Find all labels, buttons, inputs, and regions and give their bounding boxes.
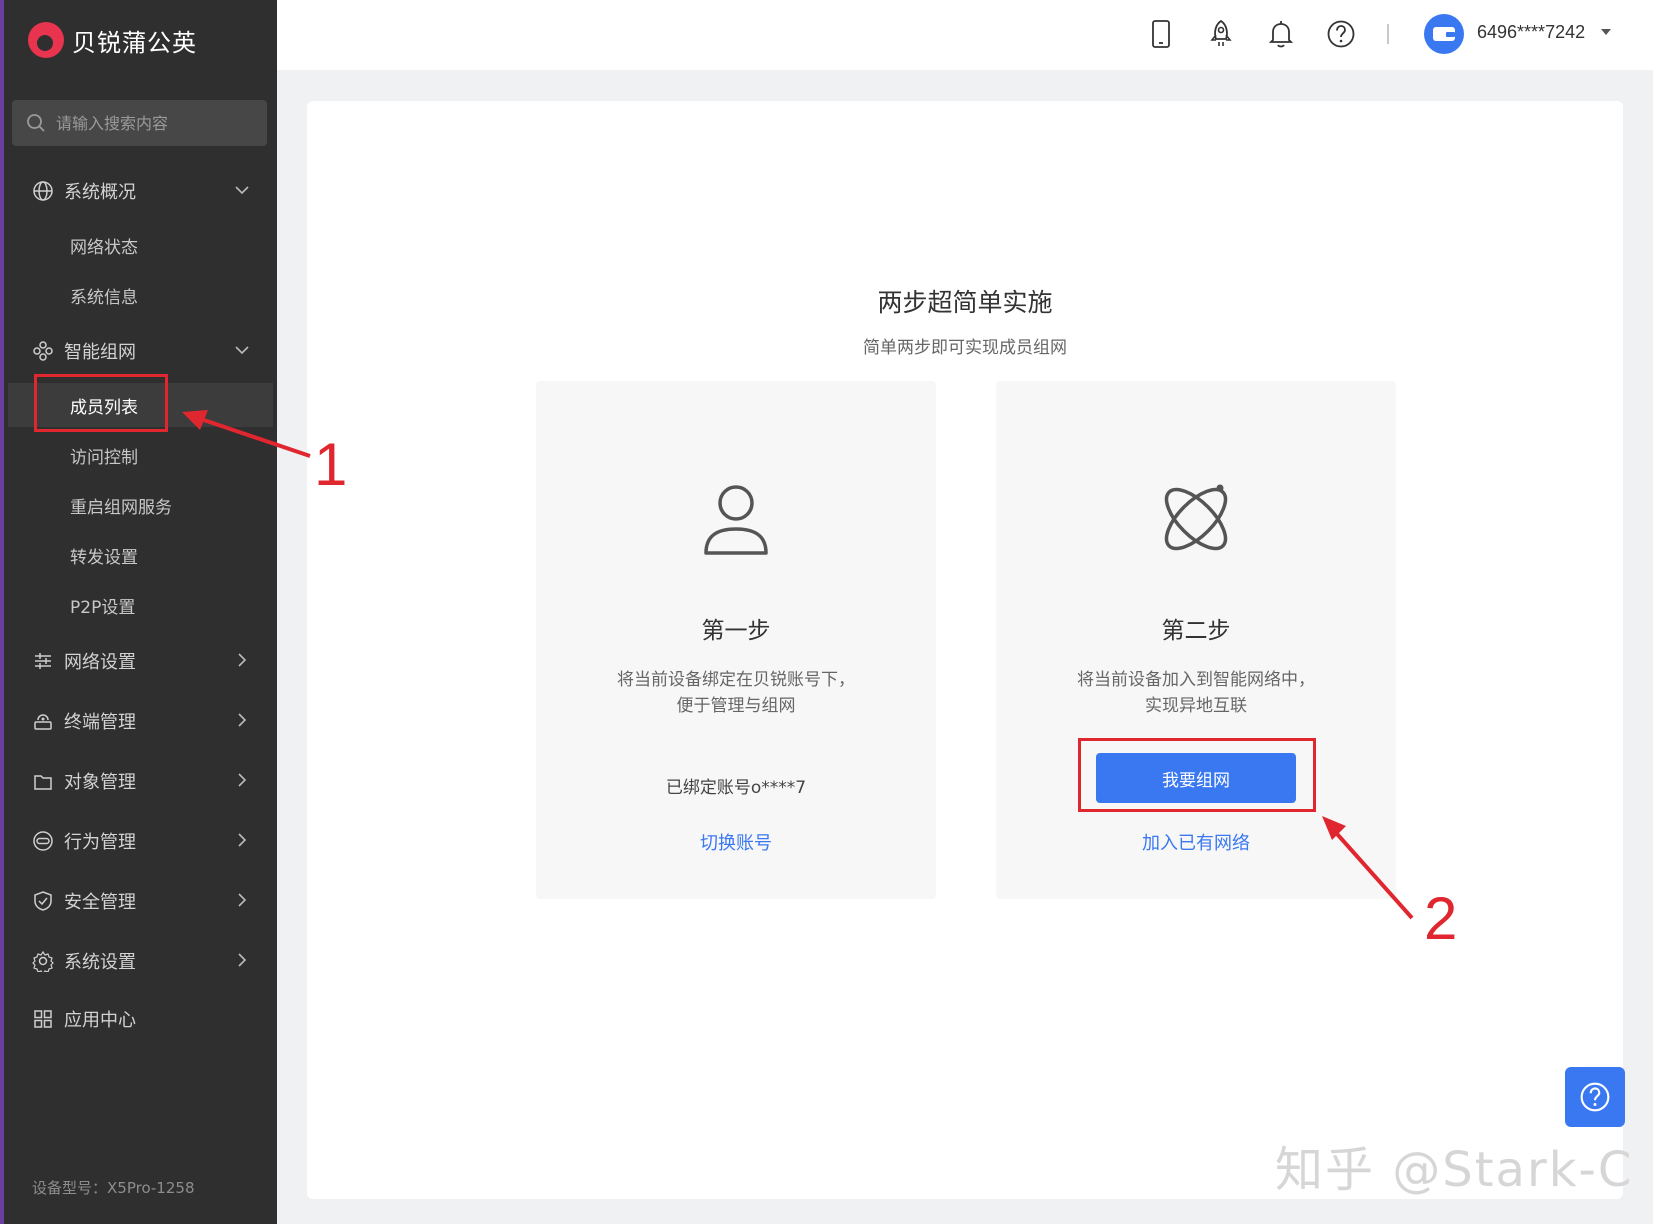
bell-icon[interactable] bbox=[1265, 18, 1297, 50]
step-one-desc: 将当前设备绑定在贝锐账号下， 便于管理与组网 bbox=[536, 667, 936, 719]
chevron-right-icon bbox=[233, 891, 251, 909]
sidebar-group-smart-network[interactable]: 智能组网 bbox=[8, 327, 273, 375]
atom-icon bbox=[1164, 484, 1228, 551]
annotation-box-2 bbox=[1078, 738, 1316, 812]
sidebar-item-label: 网络状态 bbox=[70, 237, 138, 258]
brand-mark-icon bbox=[28, 22, 64, 58]
topbar: 6496****7242 bbox=[277, 0, 1653, 70]
sidebar-item-network-status[interactable]: 网络状态 bbox=[8, 223, 273, 267]
chevron-right-icon bbox=[233, 831, 251, 849]
link-icon bbox=[32, 830, 54, 852]
step-two-desc: 将当前设备加入到智能网络中， 实现异地互联 bbox=[996, 667, 1396, 719]
annotation-number-1: 1 bbox=[314, 431, 348, 498]
sidebar-group-label: 智能组网 bbox=[64, 342, 136, 363]
step-two-desc-line: 实现异地互联 bbox=[1145, 696, 1247, 716]
sidebar-group-label: 安全管理 bbox=[64, 892, 136, 913]
bound-account: 已绑定账号o****7 bbox=[665, 778, 807, 798]
user-icon bbox=[704, 485, 768, 555]
sidebar-item-label: 转发设置 bbox=[70, 547, 138, 568]
sidebar-search bbox=[12, 100, 267, 146]
search-input[interactable] bbox=[56, 113, 246, 133]
user-name[interactable]: 6496****7242 bbox=[1477, 22, 1585, 43]
shield-icon bbox=[32, 890, 54, 912]
step-two-title: 第二步 bbox=[1161, 618, 1231, 644]
sidebar-group-label: 应用中心 bbox=[64, 1010, 136, 1031]
gear-icon bbox=[32, 950, 54, 972]
step-one-title: 第一步 bbox=[701, 618, 771, 644]
folder-icon bbox=[32, 770, 54, 792]
caret-down-icon[interactable] bbox=[1601, 29, 1611, 35]
help-icon[interactable] bbox=[1325, 18, 1357, 50]
device-model: 设备型号：X5Pro-1258 bbox=[32, 1179, 195, 1197]
sidebar-group-app-center[interactable]: 应用中心 bbox=[8, 995, 273, 1043]
sidebar-group-object[interactable]: 对象管理 bbox=[8, 757, 273, 805]
chevron-right-icon bbox=[233, 951, 251, 969]
sidebar-item-system-info[interactable]: 系统信息 bbox=[8, 273, 273, 317]
sidebar-group-system-settings[interactable]: 系统设置 bbox=[8, 937, 273, 985]
step-two-desc-line: 将当前设备加入到智能网络中， bbox=[1077, 670, 1315, 690]
annotation-number-2: 2 bbox=[1424, 885, 1458, 952]
sidebar-item-forward-settings[interactable]: 转发设置 bbox=[8, 533, 273, 577]
floating-help-button[interactable] bbox=[1565, 1067, 1625, 1127]
brand-name: 贝锐蒲公英 bbox=[72, 28, 197, 57]
chevron-right-icon bbox=[233, 711, 251, 729]
sidebar-group-terminal[interactable]: 终端管理 bbox=[8, 697, 273, 745]
sidebar-item-label: P2P设置 bbox=[70, 597, 136, 618]
help-icon bbox=[1580, 1082, 1610, 1112]
mobile-icon[interactable] bbox=[1145, 18, 1177, 50]
terminal-icon bbox=[32, 710, 54, 732]
sidebar-item-label: 访问控制 bbox=[70, 447, 138, 468]
chevron-right-icon bbox=[233, 771, 251, 789]
step-two-card: 第二步 将当前设备加入到智能网络中， 实现异地互联 我要组网 加入已有网络 bbox=[996, 381, 1396, 899]
sidebar-group-network-settings[interactable]: 网络设置 bbox=[8, 637, 273, 685]
sidebar-item-label: 重启组网服务 bbox=[70, 497, 172, 518]
join-network-link[interactable]: 加入已有网络 bbox=[996, 829, 1396, 855]
wallet-icon bbox=[1433, 27, 1455, 41]
chevron-right-icon bbox=[233, 651, 251, 669]
page-subtitle: 简单两步即可实现成员组网 bbox=[863, 338, 1067, 358]
sidebar-group-label: 网络设置 bbox=[64, 652, 136, 673]
search-icon bbox=[27, 114, 45, 132]
sidebar-item-p2p-settings[interactable]: P2P设置 bbox=[8, 583, 273, 627]
sidebar-item-restart-service[interactable]: 重启组网服务 bbox=[8, 483, 273, 527]
avatar[interactable] bbox=[1424, 14, 1464, 54]
main-panel: 两步超简单实施 简单两步即可实现成员组网 第一步 将当前设备绑定在贝锐账号下， … bbox=[307, 101, 1623, 1199]
sidebar: 贝锐蒲公英 系统概况 网络状态 系统信息 智能组网 成员列表 访问控制 重启组网… bbox=[0, 0, 277, 1224]
sidebar-group-label: 行为管理 bbox=[64, 832, 136, 853]
apps-icon bbox=[32, 1008, 54, 1030]
globe-icon bbox=[32, 180, 54, 202]
step-one-card: 第一步 将当前设备绑定在贝锐账号下， 便于管理与组网 已绑定账号o****7 切… bbox=[536, 381, 936, 899]
step-one-desc-line: 将当前设备绑定在贝锐账号下， bbox=[617, 670, 855, 690]
annotation-box-1 bbox=[34, 374, 168, 432]
chevron-down-icon bbox=[233, 181, 251, 199]
sidebar-group-security[interactable]: 安全管理 bbox=[8, 877, 273, 925]
watermark: 知乎 @Stark-C bbox=[1275, 1142, 1634, 1198]
sidebar-item-access-control[interactable]: 访问控制 bbox=[8, 433, 273, 477]
switch-account-link[interactable]: 切换账号 bbox=[536, 829, 936, 855]
sliders-icon bbox=[32, 650, 54, 672]
cluster-icon bbox=[32, 340, 54, 362]
sidebar-group-label: 对象管理 bbox=[64, 772, 136, 793]
page-title: 两步超简单实施 bbox=[877, 288, 1053, 317]
sidebar-group-overview[interactable]: 系统概况 bbox=[8, 167, 273, 215]
sidebar-group-behavior[interactable]: 行为管理 bbox=[8, 817, 273, 865]
step-one-desc-line: 便于管理与组网 bbox=[676, 696, 796, 716]
sidebar-group-label: 终端管理 bbox=[64, 712, 136, 733]
sidebar-group-label: 系统设置 bbox=[64, 952, 136, 973]
sidebar-item-label: 系统信息 bbox=[70, 287, 138, 308]
chevron-down-icon bbox=[233, 341, 251, 359]
brand-logo[interactable]: 贝锐蒲公英 bbox=[28, 22, 197, 58]
topbar-divider bbox=[1387, 24, 1389, 44]
rocket-icon[interactable] bbox=[1205, 18, 1237, 50]
sidebar-group-label: 系统概况 bbox=[64, 182, 136, 203]
